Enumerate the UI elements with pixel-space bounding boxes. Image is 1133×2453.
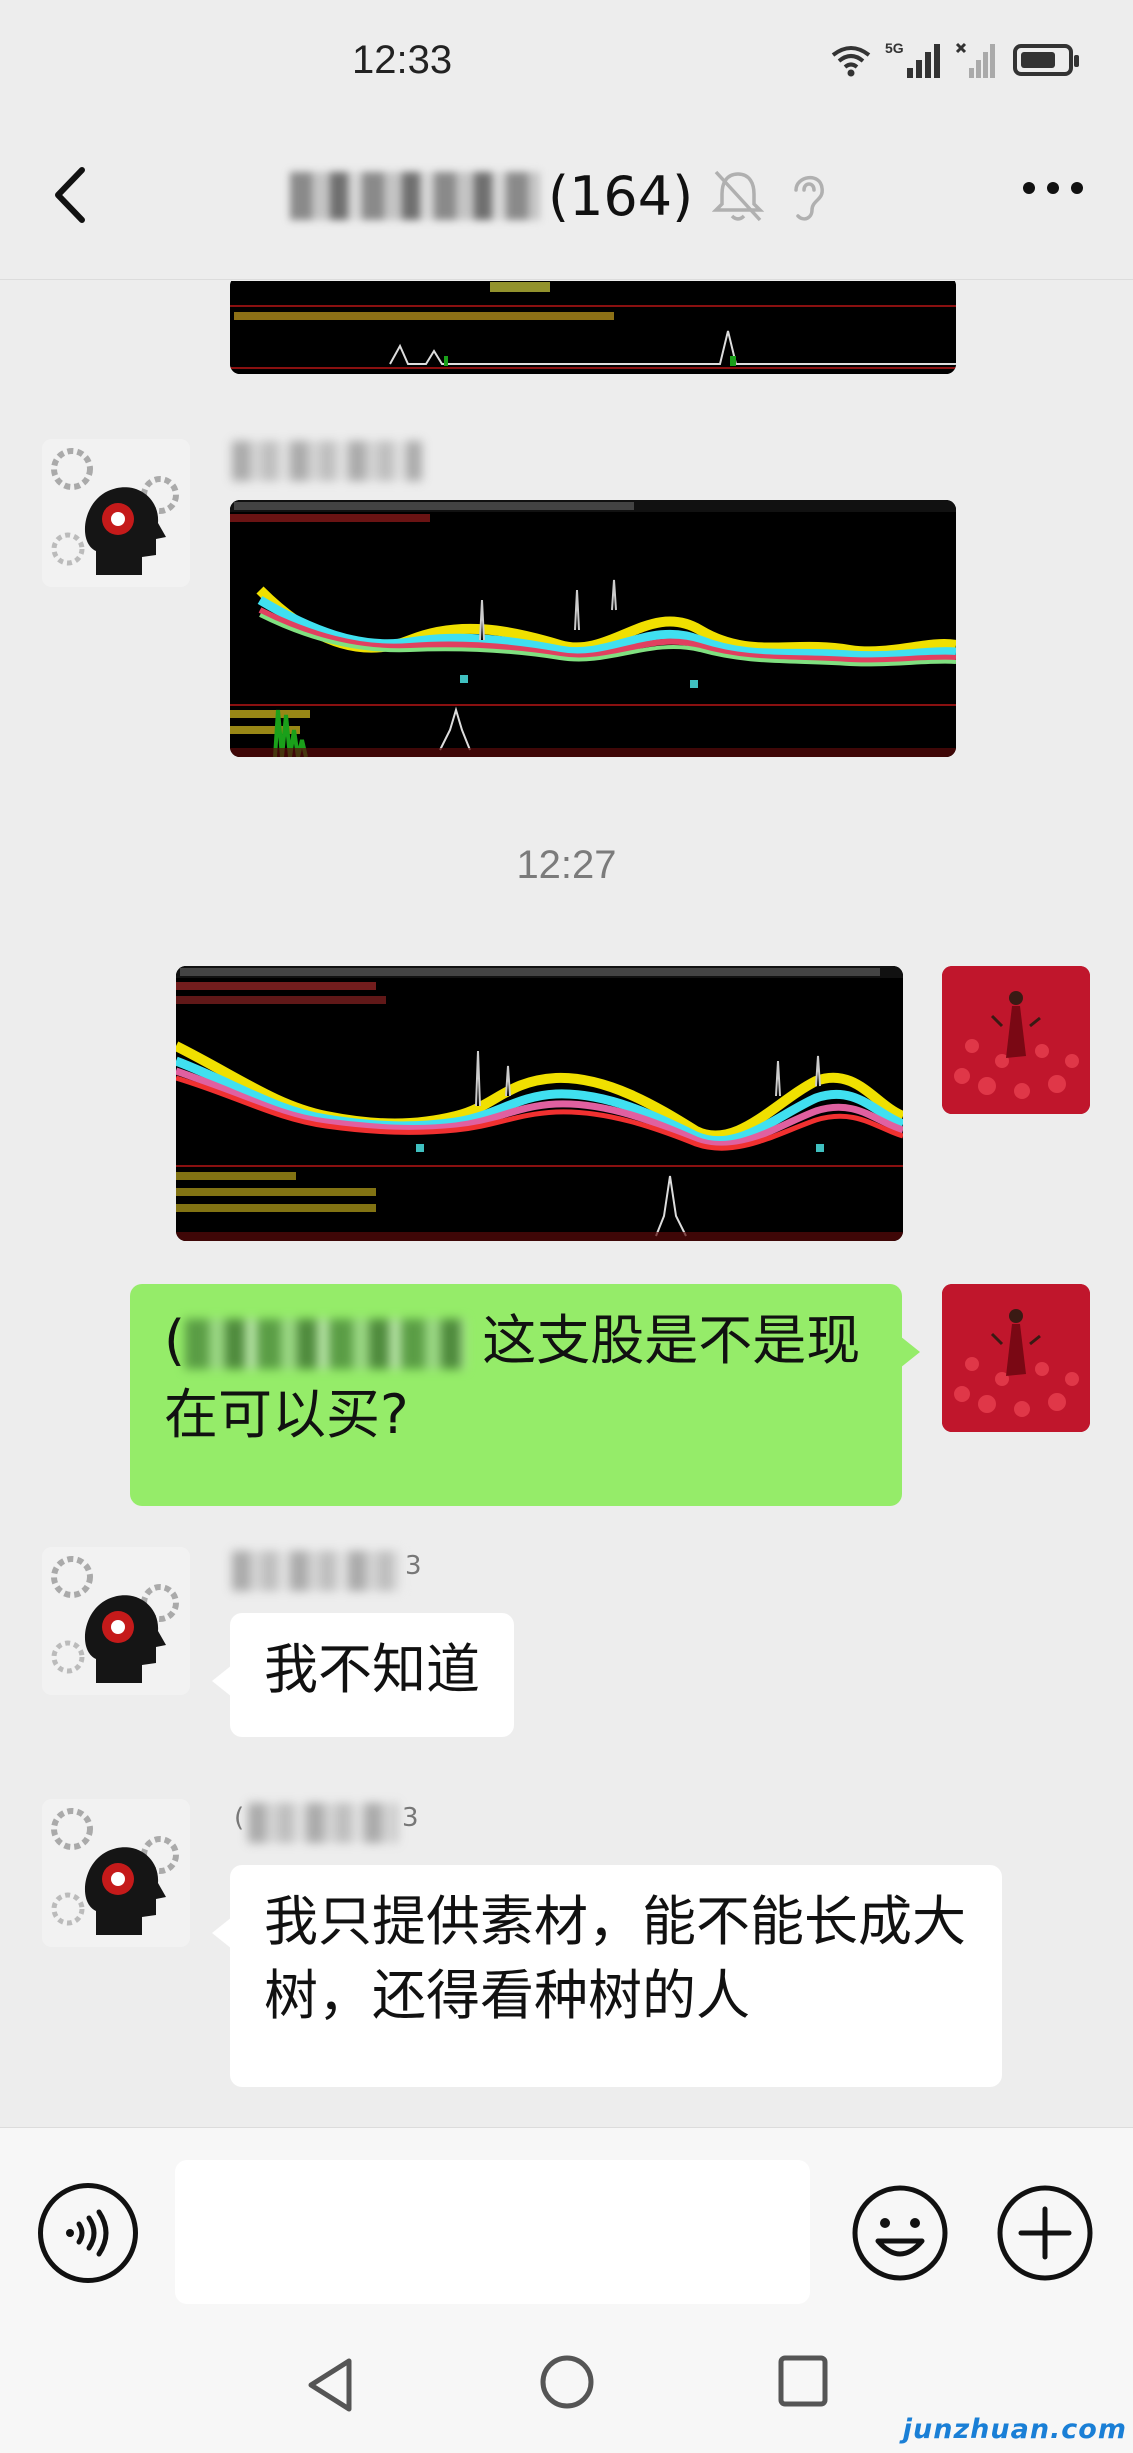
avatar[interactable] bbox=[942, 966, 1090, 1114]
status-icons: 5G bbox=[831, 40, 1079, 80]
avatar[interactable] bbox=[42, 439, 190, 587]
nav-recent-icon[interactable] bbox=[776, 2353, 830, 2411]
emoji-icon[interactable] bbox=[850, 2183, 950, 2283]
ear-icon bbox=[794, 176, 824, 221]
sender-name-blurred bbox=[248, 1803, 398, 1843]
mention-name-blurred bbox=[185, 1319, 466, 1370]
chart-image[interactable] bbox=[230, 500, 956, 757]
voice-icon[interactable] bbox=[38, 2183, 138, 2283]
signal-5g-icon: 5G bbox=[885, 40, 940, 78]
avatar[interactable] bbox=[42, 1799, 190, 1947]
chart-image-partial[interactable] bbox=[230, 281, 956, 374]
member-count: (164) bbox=[548, 164, 694, 228]
chat-messages[interactable]: 12:27 (这支股是不是现在可以买? 3 我不知道 (3 我只提供素材，能… bbox=[0, 281, 1133, 2126]
chat-header: (164) bbox=[0, 120, 1133, 280]
bell-off-icon bbox=[712, 170, 764, 222]
watermark: junzhuan.com bbox=[902, 2414, 1127, 2445]
sender-name-blurred bbox=[232, 1551, 402, 1591]
input-bar bbox=[0, 2127, 1133, 2327]
avatar[interactable] bbox=[42, 1547, 190, 1695]
wifi-icon bbox=[831, 46, 871, 77]
more-dots-icon[interactable] bbox=[1023, 182, 1083, 194]
nav-home-icon[interactable] bbox=[538, 2353, 596, 2411]
status-bar: 12:33 5G bbox=[0, 0, 1133, 120]
message-timestamp: 12:27 bbox=[516, 843, 617, 887]
svg-text:5G: 5G bbox=[885, 40, 904, 56]
mention-prefix: ( bbox=[164, 1309, 186, 1372]
message-input[interactable] bbox=[175, 2160, 810, 2304]
message-text: 我只提供素材，能不能长成大树，还得看种树的人 bbox=[264, 1890, 966, 2027]
chevron-left-icon[interactable] bbox=[40, 160, 110, 230]
avatar[interactable] bbox=[942, 1284, 1090, 1432]
sender-name-suffix: 3 bbox=[405, 1551, 422, 1581]
message-bubble-received[interactable]: 我只提供素材，能不能长成大树，还得看种树的人 bbox=[212, 1865, 1002, 2087]
battery-icon bbox=[1013, 44, 1079, 76]
nav-back-icon[interactable] bbox=[305, 2355, 355, 2415]
message-bubble-sent[interactable]: ( 这支股是不是现在可以买? bbox=[130, 1284, 920, 1506]
sender-name-blurred bbox=[232, 441, 422, 481]
chart-image[interactable] bbox=[176, 966, 903, 1241]
system-nav-bar: junzhuan.com bbox=[0, 2327, 1133, 2453]
message-bubble-received[interactable]: 我不知道 bbox=[212, 1613, 514, 1737]
chat-title: (164) bbox=[290, 156, 693, 236]
message-text: 我不知道 bbox=[264, 1638, 480, 1701]
sender-name-prefix: ( bbox=[234, 1803, 245, 1833]
sender-name-suffix: 3 bbox=[402, 1803, 419, 1833]
group-name-blurred bbox=[290, 172, 540, 220]
plus-icon[interactable] bbox=[995, 2183, 1095, 2283]
status-time: 12:33 bbox=[352, 38, 453, 82]
signal-x-icon bbox=[955, 42, 995, 78]
